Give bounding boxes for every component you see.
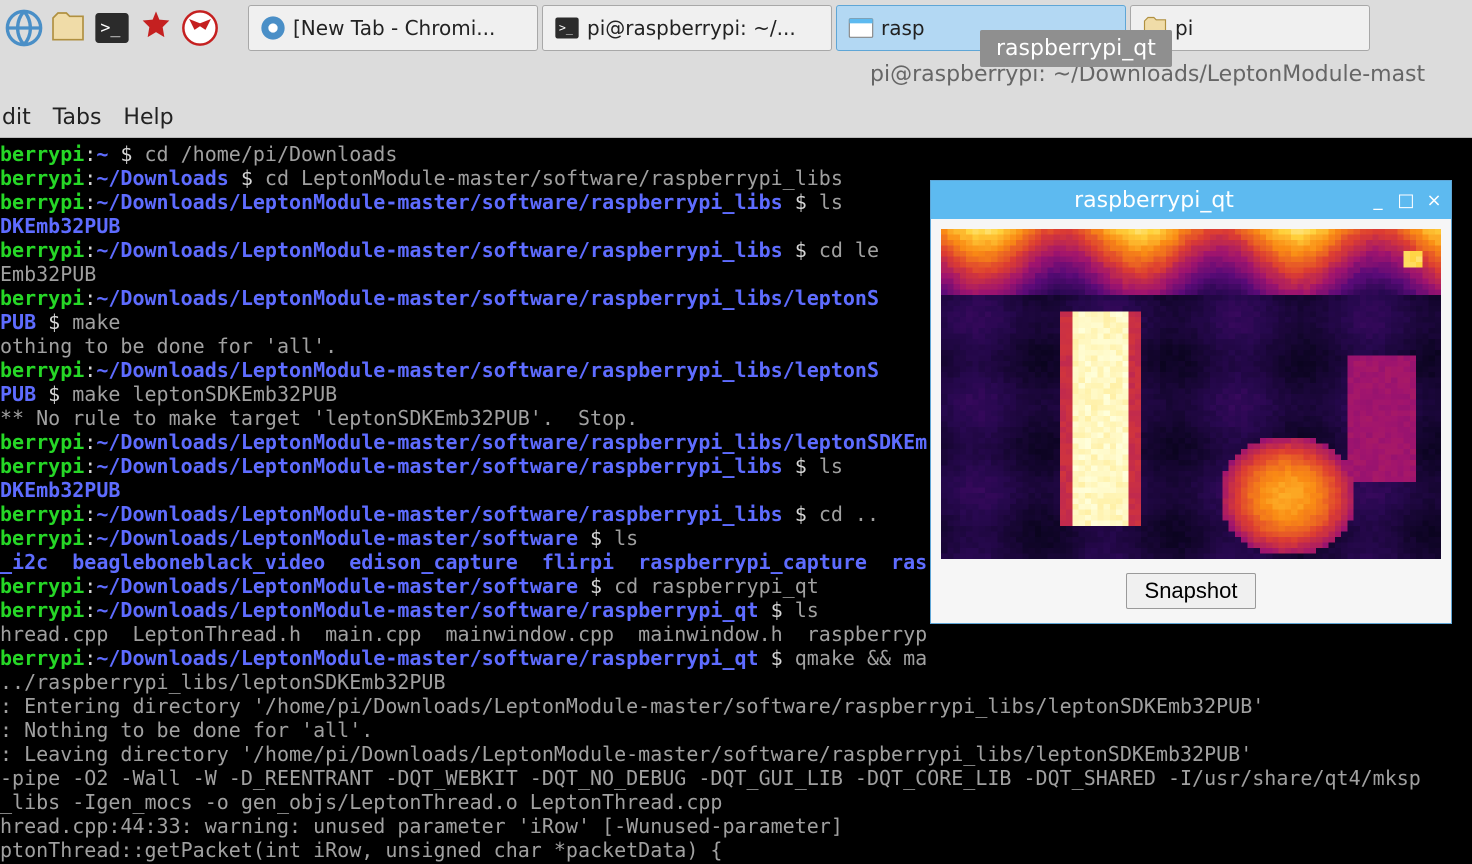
qt-app-window: raspberrypi_qt _ □ × Snapshot bbox=[930, 180, 1452, 624]
qt-title-text: raspberrypi_qt bbox=[939, 188, 1369, 213]
maximize-icon[interactable]: □ bbox=[1397, 190, 1415, 211]
terminal-line: : Leaving directory '/home/pi/Downloads/… bbox=[0, 742, 1472, 766]
task-label: pi@raspberrypi: ~/... bbox=[587, 16, 796, 40]
menu-bar: dit Tabs Help bbox=[0, 98, 1472, 138]
terminal-line: berrypi:~/Downloads/LeptonModule-master/… bbox=[0, 646, 1472, 670]
terminal-line: -pipe -O2 -Wall -W -D_REENTRANT -DQT_WEB… bbox=[0, 766, 1472, 790]
task-label: rasp bbox=[881, 16, 925, 40]
terminal-line: : Entering directory '/home/pi/Downloads… bbox=[0, 694, 1472, 718]
task-label: [New Tab - Chromi... bbox=[293, 16, 495, 40]
snapshot-button[interactable]: Snapshot bbox=[1126, 573, 1257, 609]
terminal-line: hread.cpp:44:33: warning: unused paramet… bbox=[0, 814, 1472, 838]
minimize-icon[interactable]: _ bbox=[1369, 190, 1387, 211]
terminal-line: _libs -Igen_mocs -o gen_objs/LeptonThrea… bbox=[0, 790, 1472, 814]
window-icon bbox=[847, 14, 875, 42]
menu-tabs[interactable]: Tabs bbox=[51, 101, 104, 134]
terminal-icon: >_ bbox=[553, 14, 581, 42]
menu-help[interactable]: Help bbox=[121, 101, 175, 134]
terminal-line: ../raspberrypi_libs/leptonSDKEmb32PUB bbox=[0, 670, 1472, 694]
terminal-icon[interactable]: >_ bbox=[92, 8, 132, 48]
terminal-line: hread.cpp LeptonThread.h main.cpp mainwi… bbox=[0, 622, 1472, 646]
globe-icon[interactable] bbox=[4, 8, 44, 48]
task-button-0[interactable]: [New Tab - Chromi... bbox=[248, 5, 538, 51]
task-label: pi bbox=[1175, 16, 1193, 40]
qt-titlebar[interactable]: raspberrypi_qt _ □ × bbox=[931, 181, 1451, 219]
wolf-icon[interactable] bbox=[180, 8, 220, 48]
terminal-line: ptonThread::getPacket(int iRow, unsigned… bbox=[0, 838, 1472, 862]
svg-text:>_: >_ bbox=[100, 18, 121, 37]
file-manager-icon[interactable] bbox=[48, 8, 88, 48]
chromium-icon bbox=[259, 14, 287, 42]
taskbar: >_ [New Tab - Chromi... >_ pi@raspberrypi:… bbox=[0, 0, 1472, 56]
task-button-1[interactable]: >_ pi@raspberrypi: ~/... bbox=[542, 5, 832, 51]
thermal-image bbox=[941, 229, 1441, 559]
svg-text:>_: >_ bbox=[559, 21, 574, 35]
tooltip: raspberrypi_qt bbox=[980, 30, 1172, 67]
terminal-line: : Nothing to be done for 'all'. bbox=[0, 718, 1472, 742]
menu-dit[interactable]: dit bbox=[0, 101, 33, 134]
close-icon[interactable]: × bbox=[1425, 190, 1443, 211]
terminal-line: berrypi:~ $ cd /home/pi/Downloads bbox=[0, 142, 1472, 166]
star-icon[interactable] bbox=[136, 8, 176, 48]
